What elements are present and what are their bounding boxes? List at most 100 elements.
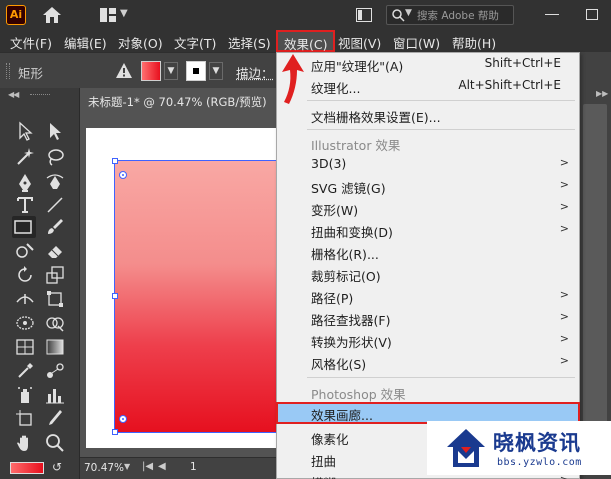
artboard-number[interactable]: 1	[190, 461, 197, 473]
direct-selection-tool-icon[interactable]	[44, 120, 68, 142]
menu-item-crop-marks[interactable]: 裁剪标记(O)	[277, 263, 579, 285]
menu-effect[interactable]: 效果(C)	[276, 30, 336, 52]
scale-tool-icon[interactable]	[44, 264, 68, 286]
stroke-label[interactable]: 描边：	[236, 63, 274, 82]
grip-handle[interactable]	[6, 63, 10, 79]
scrollbar-thumb[interactable]	[583, 104, 607, 449]
corner-radius-widget[interactable]	[119, 415, 127, 423]
menu-divider	[307, 100, 575, 101]
warning-icon[interactable]	[115, 62, 133, 79]
menu-edit[interactable]: 编辑(E)	[64, 33, 107, 52]
free-transform-tool-icon[interactable]	[44, 288, 68, 310]
grip-handle[interactable]	[30, 94, 50, 95]
column-graph-tool-icon[interactable]	[44, 384, 68, 406]
watermark-title: 晓枫资讯	[493, 431, 581, 455]
pen-tool-icon[interactable]	[14, 172, 38, 194]
first-artboard-icon[interactable]: |◀	[142, 461, 153, 472]
menu-item-stylize[interactable]: 风格化(S) >	[277, 351, 579, 373]
menu-select[interactable]: 选择(S)	[228, 33, 271, 52]
magic-wand-tool-icon[interactable]	[14, 146, 38, 168]
fill-color-swatch[interactable]	[141, 61, 161, 81]
perspective-grid-tool-icon[interactable]	[14, 336, 38, 358]
curvature-tool-icon[interactable]	[44, 172, 68, 194]
shape-builder-tool-icon[interactable]	[44, 312, 68, 334]
app-logo: Ai	[6, 5, 26, 25]
zoom-tool-icon[interactable]	[44, 432, 68, 454]
menu-item-apply-texturizer[interactable]: 应用"纹理化"(A) Shift+Ctrl+E	[277, 53, 579, 75]
menu-item-distort-transform[interactable]: 扭曲和变换(D) >	[277, 219, 579, 241]
tools-panel: ◀◀ ↺	[0, 88, 80, 479]
document-tab[interactable]: 未标题-1* @ 70.47% (RGB/预览)	[80, 88, 280, 114]
selection-tool-icon[interactable]	[14, 120, 38, 142]
title-bar: Ai ▼ ▼ 搜索 Adobe 帮助	[0, 0, 611, 30]
chevron-right-icon: >	[559, 156, 569, 169]
artboard-tool-icon[interactable]	[14, 408, 38, 430]
menu-item-path[interactable]: 路径(P) >	[277, 285, 579, 307]
rotate-tool-icon[interactable]	[14, 264, 38, 286]
chevron-down-icon[interactable]: ▼	[124, 462, 130, 471]
fill-stroke-swatch[interactable]	[10, 462, 44, 474]
menu-item-rasterize[interactable]: 栅格化(R)...	[277, 241, 579, 263]
paintbrush-tool-icon[interactable]	[44, 216, 68, 238]
menu-object[interactable]: 对象(O)	[118, 33, 163, 52]
shaper-tool-icon[interactable]	[14, 240, 38, 262]
minimize-button[interactable]	[545, 14, 559, 15]
collapse-icon[interactable]: ◀◀	[8, 90, 19, 99]
search-placeholder: 搜索 Adobe 帮助	[417, 10, 499, 22]
type-tool-icon[interactable]	[14, 194, 38, 216]
menu-section-photoshop-effects: Photoshop 效果	[311, 387, 406, 402]
chevron-right-icon: >	[559, 310, 569, 323]
menu-file[interactable]: 文件(F)	[10, 33, 52, 52]
effect-menu: 应用"纹理化"(A) Shift+Ctrl+E 纹理化... Alt+Shift…	[276, 52, 580, 479]
slice-tool-icon[interactable]	[44, 408, 68, 430]
collapse-icon[interactable]: ▶▶	[596, 89, 608, 98]
vertical-scrollbar[interactable]	[580, 52, 611, 479]
swap-arrow-icon[interactable]: ↺	[52, 460, 62, 474]
menu-item-raster-effects-settings[interactable]: 文档栅格效果设置(E)...	[277, 104, 579, 126]
annotation-arrow-icon	[282, 54, 304, 104]
rectangle-tool-icon[interactable]	[12, 216, 36, 238]
menu-window[interactable]: 窗口(W)	[393, 33, 440, 52]
chevron-down-icon[interactable]: ▼	[209, 62, 223, 80]
hand-tool-icon[interactable]	[14, 432, 38, 454]
menu-item-3d[interactable]: 3D(3) >	[277, 153, 579, 175]
menu-item-convert-to-shape[interactable]: 转换为形状(V) >	[277, 329, 579, 351]
symbol-sprayer-tool-icon[interactable]	[14, 384, 38, 406]
corner-radius-widget[interactable]	[119, 171, 127, 179]
menu-bar: 文件(F) 编辑(E) 对象(O) 文字(T) 选择(S) 效果(C) 视图(V…	[0, 30, 611, 52]
gradient-tool-icon[interactable]	[44, 336, 68, 358]
menu-item-svg-filters[interactable]: SVG 滤镜(G) >	[277, 175, 579, 197]
chevron-right-icon: >	[559, 332, 569, 345]
menu-type[interactable]: 文字(T)	[174, 33, 216, 52]
help-search-box[interactable]: ▼ 搜索 Adobe 帮助	[386, 5, 514, 25]
watermark-url: bbs.yzwlo.com	[497, 457, 582, 468]
blend-tool-icon[interactable]	[44, 360, 68, 382]
selection-handle[interactable]	[112, 158, 118, 164]
lasso-tool-icon[interactable]	[44, 146, 68, 168]
maximize-button[interactable]	[586, 9, 598, 20]
selection-handle[interactable]	[112, 429, 118, 435]
menu-item-pathfinder[interactable]: 路径查找器(F) >	[277, 307, 579, 329]
home-icon[interactable]	[40, 5, 64, 25]
workspace-layout-icon[interactable]	[100, 8, 116, 22]
zoom-level[interactable]: 70.47%	[84, 462, 124, 474]
width-tool-icon[interactable]	[14, 288, 38, 310]
menu-item-warp[interactable]: 变形(W) >	[277, 197, 579, 219]
stroke-color-swatch[interactable]	[186, 61, 206, 81]
chevron-right-icon: >	[559, 354, 569, 367]
menu-view[interactable]: 视图(V)	[338, 33, 381, 52]
chevron-down-icon[interactable]: ▼	[164, 62, 178, 80]
selection-handle[interactable]	[112, 293, 118, 299]
watermark: 晓枫资讯 bbs.yzwlo.com	[427, 421, 611, 475]
line-segment-tool-icon[interactable]	[44, 194, 68, 216]
previous-artboard-icon[interactable]: ◀	[158, 461, 166, 472]
document-tab-label: 未标题-1* @ 70.47% (RGB/预览)	[88, 95, 267, 109]
eyedropper-tool-icon[interactable]	[14, 360, 38, 382]
menu-divider	[307, 129, 575, 130]
eraser-tool-icon[interactable]	[44, 240, 68, 262]
menu-help[interactable]: 帮助(H)	[452, 33, 496, 52]
panel-toggle-icon[interactable]	[356, 8, 372, 22]
menu-item-texturizer[interactable]: 纹理化... Alt+Shift+Ctrl+E	[277, 75, 579, 97]
chevron-down-icon[interactable]: ▼	[120, 8, 128, 19]
puppet-warp-tool-icon[interactable]	[14, 312, 38, 334]
